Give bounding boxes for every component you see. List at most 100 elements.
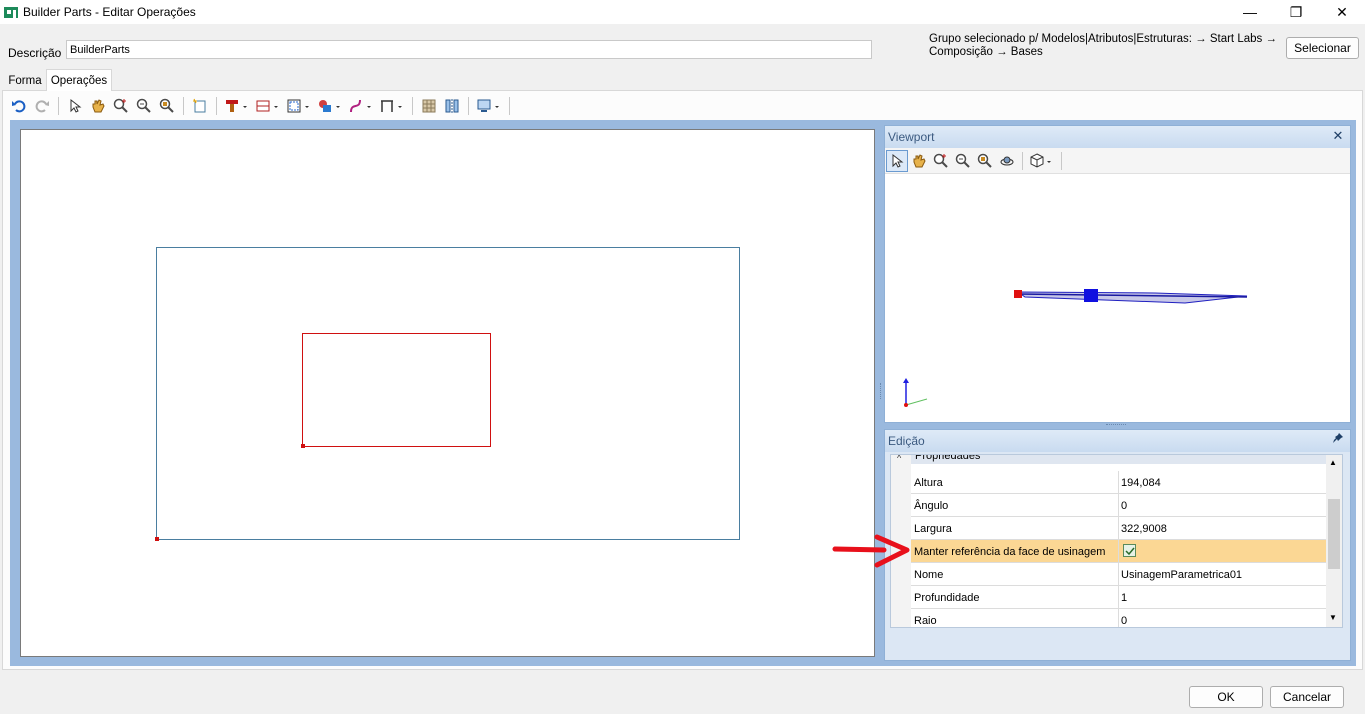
undo-button[interactable] <box>8 95 30 117</box>
property-name: Ângulo <box>914 500 949 512</box>
vp-orbit-button[interactable] <box>996 150 1018 172</box>
section-header-propriedades[interactable]: Propriedades <box>911 455 1330 464</box>
property-scrollbar[interactable]: ▲ ▼ <box>1326 455 1342 627</box>
vp-view-cube-dropdown[interactable] <box>1027 150 1057 172</box>
zoom-in-button[interactable] <box>110 95 132 117</box>
property-divider <box>1118 563 1119 586</box>
property-divider <box>1118 517 1119 540</box>
canvas-drawing <box>155 247 740 541</box>
shapes-icon <box>319 100 340 112</box>
property-value: UsinagemParametrica01 <box>1121 569 1243 581</box>
select-tool-button[interactable] <box>64 95 86 117</box>
profile-tool-dropdown[interactable] <box>377 95 407 117</box>
scroll-thumb[interactable] <box>1328 499 1340 569</box>
property-divider <box>1118 494 1119 517</box>
grid-button[interactable] <box>418 95 440 117</box>
operation-outline[interactable] <box>302 333 491 447</box>
panel-tool-dropdown[interactable] <box>253 95 283 117</box>
mirror-button[interactable] <box>441 95 463 117</box>
app-icon <box>4 7 18 18</box>
cancel-button[interactable]: Cancelar <box>1270 686 1344 708</box>
maximize-button[interactable]: ❐ <box>1273 0 1319 24</box>
curve-tool-dropdown[interactable] <box>346 95 376 117</box>
vp-select-button[interactable] <box>886 149 908 172</box>
property-value: 0 <box>1121 615 1128 627</box>
ok-button[interactable]: OK <box>1189 686 1263 708</box>
property-name: Altura <box>914 477 943 489</box>
curve-icon <box>350 99 371 113</box>
new-document-icon <box>193 98 206 113</box>
redo-button[interactable] <box>31 95 53 117</box>
zoom-out-button[interactable] <box>133 95 155 117</box>
frame-icon <box>287 99 309 113</box>
property-name: Largura <box>914 523 952 535</box>
property-row-raio[interactable]: Raio 0 <box>911 609 1330 627</box>
collapse-icon[interactable]: ^ <box>897 455 901 463</box>
maximize-icon: ❐ <box>1289 3 1303 20</box>
zoom-out-icon <box>955 153 970 168</box>
drill-tool-dropdown[interactable] <box>222 95 252 117</box>
zoom-extents-icon <box>977 153 992 168</box>
property-value: 1 <box>1121 592 1128 604</box>
close-icon: ✕ <box>1332 128 1344 143</box>
zoom-in-icon <box>113 98 128 113</box>
pin-icon <box>1333 433 1343 443</box>
vp-pan-button[interactable] <box>908 150 930 172</box>
shape-tool-dropdown[interactable] <box>315 95 345 117</box>
mirror-icon <box>445 99 459 113</box>
tab-forma[interactable]: Forma <box>4 72 46 90</box>
scroll-down-icon[interactable]: ▼ <box>1329 613 1337 622</box>
viewport-3d-view[interactable] <box>885 175 1350 423</box>
new-operation-button[interactable] <box>189 95 211 117</box>
vp-zoom-in-button[interactable] <box>930 150 952 172</box>
toolbar-separator <box>509 97 510 115</box>
toolbar-separator <box>216 97 217 115</box>
toolbar-separator <box>1022 151 1023 170</box>
hand-icon <box>913 153 926 167</box>
description-input[interactable] <box>66 40 872 59</box>
edicao-pin-button[interactable] <box>1330 432 1346 450</box>
zoom-in-icon <box>933 153 948 168</box>
select-button[interactable]: Selecionar <box>1286 37 1359 59</box>
property-name: Raio <box>914 615 937 627</box>
property-row-altura[interactable]: Altura 194,084 <box>911 471 1330 494</box>
property-row-largura[interactable]: Largura 322,9008 <box>911 517 1330 540</box>
edicao-title: Edição <box>885 430 1350 452</box>
property-divider <box>1118 471 1119 494</box>
property-row-manter-referencia[interactable]: Manter referência da face de usinagem <box>911 540 1330 563</box>
part-outline[interactable] <box>156 247 740 540</box>
check-icon <box>1124 547 1135 555</box>
property-name: Manter referência da face de usinagem <box>914 546 1106 558</box>
toolbar-separator <box>468 97 469 115</box>
description-label: Descrição <box>8 46 62 60</box>
viewport-close-button[interactable]: ✕ <box>1330 128 1346 146</box>
3d-part-top-face <box>1016 291 1248 304</box>
zoom-extents-button[interactable] <box>156 95 178 117</box>
annotation-arrow <box>832 534 910 568</box>
tab-operacoes[interactable]: Operações <box>46 69 112 91</box>
horizontal-splitter-grip[interactable] <box>1106 424 1126 427</box>
toolbar-separator <box>183 97 184 115</box>
3d-selection-marker <box>1084 289 1098 302</box>
viewport-panel: Viewport ✕ <box>884 125 1351 423</box>
axis-triad <box>903 378 928 407</box>
vp-zoom-out-button[interactable] <box>952 150 974 172</box>
selected-group-text: Grupo selecionado p/ Modelos|Atributos|E… <box>929 33 1277 58</box>
operation-origin-marker <box>301 444 305 448</box>
pan-tool-button[interactable] <box>87 95 109 117</box>
minimize-button[interactable]: — <box>1227 0 1273 24</box>
property-row-nome[interactable]: Nome UsinagemParametrica01 <box>911 563 1330 586</box>
vp-zoom-extents-button[interactable] <box>974 150 996 172</box>
view-mode-dropdown[interactable] <box>474 95 504 117</box>
property-row-profundidade[interactable]: Profundidade 1 <box>911 586 1330 609</box>
monitor-icon <box>477 99 499 112</box>
edicao-panel: Edição Propriedades ^ Altura 194,084 Âng… <box>884 429 1351 661</box>
manter-referencia-checkbox[interactable] <box>1123 544 1136 557</box>
close-button[interactable]: ✕ <box>1319 0 1365 24</box>
scroll-up-icon[interactable]: ▲ <box>1329 458 1337 467</box>
vertical-splitter-grip[interactable] <box>880 383 883 399</box>
property-value: 322,9008 <box>1121 523 1167 535</box>
frame-tool-dropdown[interactable] <box>284 95 314 117</box>
drawing-canvas[interactable] <box>20 129 875 657</box>
property-row-angulo[interactable]: Ângulo 0 <box>911 494 1330 517</box>
